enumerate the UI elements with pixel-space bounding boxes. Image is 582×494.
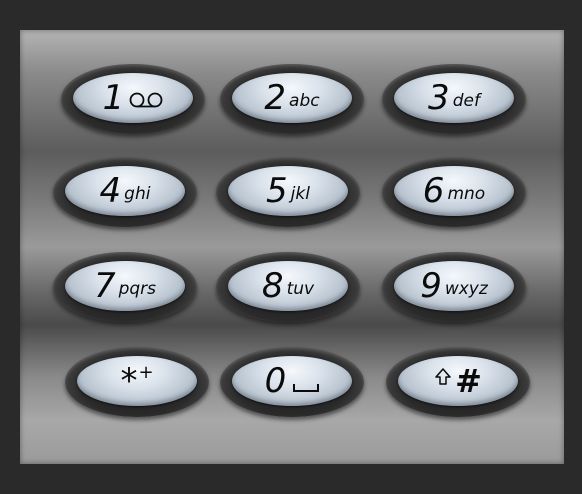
- key-4-letters: ghi: [124, 183, 151, 204]
- key-8[interactable]: 8 tuv: [216, 252, 360, 322]
- key-4[interactable]: 4 ghi: [53, 157, 197, 227]
- key-7-letters: pqrs: [118, 278, 157, 299]
- key-hash-cap: #: [398, 356, 518, 406]
- keypad-panel: 1 2 abc 3 def 4 ghi 5 jkl 6 mno 7 pqrs 8…: [20, 30, 564, 464]
- key-star[interactable]: * +: [65, 347, 209, 417]
- space-icon: [293, 384, 320, 392]
- key-0-cap: 0: [232, 356, 352, 406]
- shift-arrow-icon: [435, 368, 451, 385]
- key-star-symbol: *: [120, 361, 137, 401]
- key-star-plus: +: [138, 362, 154, 383]
- key-2[interactable]: 2 abc: [220, 64, 364, 134]
- key-3-letters: def: [452, 90, 480, 111]
- key-1-cap: 1: [73, 73, 193, 123]
- key-hash-symbol: #: [455, 362, 482, 400]
- key-4-cap: 4 ghi: [65, 166, 185, 216]
- key-3[interactable]: 3 def: [382, 64, 526, 134]
- key-3-digit: 3: [428, 78, 450, 118]
- key-5-cap: 5 jkl: [228, 166, 348, 216]
- key-4-digit: 4: [99, 171, 122, 211]
- key-2-digit: 2: [264, 78, 286, 118]
- key-9-cap: 9 wxyz: [394, 261, 514, 311]
- key-8-letters: tuv: [286, 278, 315, 299]
- key-5-digit: 5: [266, 171, 288, 211]
- key-7-cap: 7 pqrs: [65, 261, 185, 311]
- key-7-digit: 7: [93, 266, 116, 306]
- key-9-digit: 9: [420, 266, 442, 306]
- key-hash[interactable]: #: [386, 347, 530, 417]
- key-6-cap: 6 mno: [394, 166, 514, 216]
- key-8-cap: 8 tuv: [228, 261, 348, 311]
- key-0-digit: 0: [264, 361, 287, 401]
- voicemail-icon: [129, 92, 163, 108]
- key-5[interactable]: 5 jkl: [216, 157, 360, 227]
- key-2-letters: abc: [289, 90, 320, 111]
- key-9-letters: wxyz: [444, 278, 488, 299]
- key-6-digit: 6: [422, 171, 445, 211]
- key-1-digit: 1: [102, 78, 125, 118]
- key-6-letters: mno: [447, 183, 486, 204]
- key-star-cap: * +: [77, 356, 197, 406]
- key-9[interactable]: 9 wxyz: [382, 252, 526, 322]
- key-7[interactable]: 7 pqrs: [53, 252, 197, 322]
- key-6[interactable]: 6 mno: [382, 157, 526, 227]
- key-3-cap: 3 def: [394, 73, 514, 123]
- key-1[interactable]: 1: [61, 64, 205, 134]
- key-5-letters: jkl: [290, 183, 310, 204]
- key-8-digit: 8: [261, 266, 284, 306]
- key-2-cap: 2 abc: [232, 73, 352, 123]
- key-0[interactable]: 0: [220, 347, 364, 417]
